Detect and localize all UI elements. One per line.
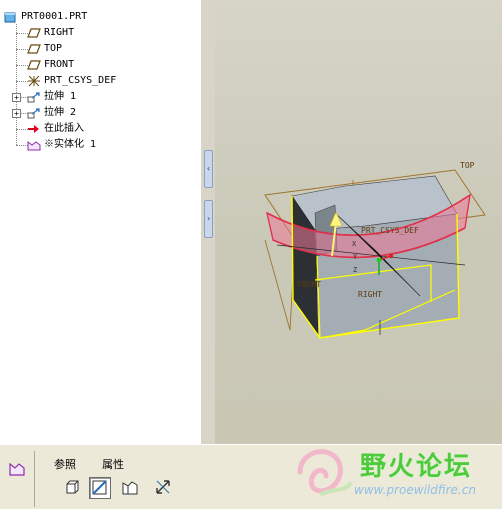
- surface-patch-icon: [121, 478, 139, 499]
- tree-root-label: PRT0001.PRT: [21, 11, 88, 22]
- datum-label-front: FRONT: [297, 280, 321, 289]
- datum-plane-front: [264, 239, 296, 331]
- tree-root-part[interactable]: PRT0001.PRT: [4, 10, 87, 24]
- collapse-left-icon[interactable]: ‹: [204, 150, 213, 188]
- tab-properties[interactable]: 属性: [102, 456, 124, 472]
- tree-item-label: PRT_CSYS_DEF: [44, 75, 117, 86]
- flame-logo-icon: [292, 442, 356, 505]
- tree-item-solidify[interactable]: ※实体化 1: [27, 138, 96, 152]
- forum-watermark: 野火论坛 www.proewildfire.cn: [292, 440, 502, 506]
- tree-item-insert-here[interactable]: 在此插入: [27, 122, 84, 136]
- remove-material-button[interactable]: [89, 477, 111, 499]
- flip-direction-button[interactable]: [153, 478, 173, 498]
- tree-item-extrude-1[interactable]: 拉伸 1: [27, 90, 76, 104]
- tab-references[interactable]: 参照: [54, 456, 76, 472]
- panel-splitter[interactable]: ‹ ›: [200, 0, 216, 444]
- datum-plane-icon: [27, 59, 41, 71]
- tree-item-label: 拉伸 2: [44, 107, 77, 118]
- part-icon: [4, 11, 18, 23]
- datum-plane-icon: [27, 27, 41, 39]
- tree-item-label: 在此插入: [44, 123, 84, 134]
- tree-item-label: ※实体化 1: [44, 139, 97, 150]
- flip-direction-icon: [154, 478, 172, 499]
- expand-right-icon[interactable]: ›: [204, 200, 213, 238]
- datum-plane-icon: [27, 43, 41, 55]
- tree-connector: [16, 24, 17, 145]
- axis-label-z: Z: [353, 266, 357, 274]
- graphics-viewport[interactable]: X Y Z TOP PRT_CSYS_DEF FRONT RIGHT: [215, 0, 502, 444]
- solid-volume-button[interactable]: [62, 478, 82, 498]
- tree-item-top[interactable]: TOP: [27, 42, 62, 56]
- tree-item-label: RIGHT: [44, 27, 75, 38]
- solidify-icon: [27, 139, 41, 151]
- tree-item-label: 拉伸 1: [44, 91, 77, 102]
- solid-volume-icon: [64, 479, 80, 498]
- model-geometry: X Y Z TOP PRT_CSYS_DEF FRONT RIGHT: [264, 161, 486, 339]
- tree-item-right[interactable]: RIGHT: [27, 26, 74, 40]
- watermark-title: 野火论坛: [360, 452, 473, 482]
- tree-item-front[interactable]: FRONT: [27, 58, 74, 72]
- tree-item-csys[interactable]: PRT_CSYS_DEF: [27, 74, 116, 88]
- tree-item-label: TOP: [44, 43, 63, 54]
- insert-here-arrow-icon: [27, 123, 41, 135]
- datum-label-top: TOP: [460, 161, 475, 170]
- tree-item-extrude-2[interactable]: 拉伸 2: [27, 106, 76, 120]
- expand-toggle[interactable]: +: [12, 109, 21, 118]
- model-tree-panel: PRT0001.PRT RIGHT TOP FRONT PRT_CSYS_DEF…: [0, 0, 201, 445]
- extrude-icon: [27, 91, 41, 103]
- datum-label-right: RIGHT: [358, 290, 382, 299]
- dashboard-separator: [34, 451, 35, 507]
- csys-origin: [376, 257, 382, 263]
- solidify-feature-icon: [8, 459, 26, 477]
- csys-x-tip: [388, 253, 394, 259]
- datum-label-csys: PRT_CSYS_DEF: [361, 226, 419, 235]
- remove-material-icon: [91, 478, 109, 499]
- tree-item-label: FRONT: [44, 59, 75, 70]
- expand-toggle[interactable]: +: [12, 93, 21, 102]
- extrude-icon: [27, 107, 41, 119]
- watermark-url: www.proewildfire.cn: [354, 483, 476, 497]
- surface-patch-button[interactable]: [120, 478, 140, 498]
- csys-icon: [27, 75, 41, 87]
